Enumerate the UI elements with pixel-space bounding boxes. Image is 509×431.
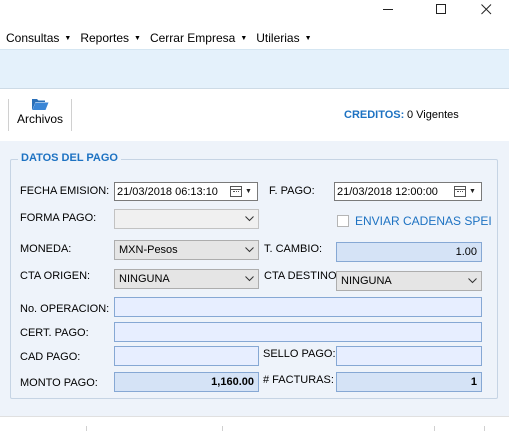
caret-down-icon: ▼ bbox=[134, 34, 141, 42]
close-button[interactable] bbox=[466, 0, 506, 18]
bottom-grid-header bbox=[0, 416, 509, 431]
fecha-emision-picker[interactable]: 21/03/2018 06:13:10 ▼ bbox=[114, 182, 258, 201]
menu-bar: Consultas ▼ Reportes ▼ Cerrar Empresa ▼ … bbox=[0, 27, 509, 49]
menu-consultas-label: Consultas bbox=[6, 31, 60, 45]
moneda-value: MXN-Pesos bbox=[119, 244, 178, 256]
grid-column-divider bbox=[222, 426, 223, 431]
cta-destino-label: CTA DESTINO: bbox=[264, 270, 340, 282]
monto-pago-value: 1,160.00 bbox=[211, 376, 254, 388]
toolbar-divider bbox=[71, 99, 72, 131]
forma-pago-select[interactable] bbox=[114, 209, 259, 229]
fecha-emision-label: FECHA EMISION: bbox=[20, 185, 110, 197]
num-facturas-field[interactable]: 1 bbox=[336, 372, 482, 392]
group-title: DATOS DEL PAGO bbox=[18, 152, 121, 164]
moneda-select[interactable]: MXN-Pesos bbox=[114, 240, 259, 260]
no-operacion-field[interactable] bbox=[114, 297, 482, 317]
folder-open-icon bbox=[32, 99, 49, 110]
sello-pago-label: SELLO PAGO: bbox=[263, 348, 336, 360]
cert-pago-field[interactable] bbox=[114, 322, 482, 342]
sello-pago-field[interactable] bbox=[336, 346, 482, 366]
moneda-label: MONEDA: bbox=[20, 243, 72, 255]
cad-pago-field[interactable] bbox=[114, 346, 259, 366]
menu-reportes[interactable]: Reportes ▼ bbox=[80, 31, 141, 45]
caret-down-icon: ▼ bbox=[240, 34, 248, 42]
grid-column-divider bbox=[484, 426, 485, 431]
chevron-down-icon bbox=[463, 278, 481, 284]
forma-pago-label: FORMA PAGO: bbox=[20, 212, 97, 224]
menu-cerrar-empresa-label: Cerrar Empresa bbox=[149, 31, 236, 45]
f-pago-label: F. PAGO: bbox=[269, 185, 315, 197]
num-facturas-label: # FACTURAS: bbox=[263, 374, 334, 386]
t-cambio-label: T. CAMBIO: bbox=[264, 243, 323, 255]
chevron-down-icon bbox=[240, 247, 258, 253]
caret-down-icon: ▼ bbox=[304, 34, 312, 42]
cta-destino-value: NINGUNA bbox=[341, 275, 392, 287]
maximize-button[interactable] bbox=[421, 0, 461, 18]
creditos-value: 0 Vigentes bbox=[407, 109, 459, 121]
menu-utilerias-label: Utilerias bbox=[256, 31, 300, 45]
f-pago-picker[interactable]: 21/03/2018 12:00:00 ▼ bbox=[334, 182, 482, 201]
cta-origen-value: NINGUNA bbox=[119, 273, 170, 285]
chevron-down-icon bbox=[240, 276, 258, 282]
menu-reportes-label: Reportes bbox=[80, 31, 130, 45]
cert-pago-label: CERT. PAGO: bbox=[20, 327, 89, 339]
f-pago-value: 21/03/2018 12:00:00 bbox=[337, 185, 438, 198]
monto-pago-label: MONTO PAGO: bbox=[20, 377, 98, 389]
calendar-icon bbox=[230, 186, 242, 197]
grid-column-divider bbox=[86, 426, 87, 431]
creditos-label: CREDITOS: bbox=[344, 109, 405, 121]
chevron-down-icon bbox=[240, 216, 258, 222]
cad-pago-label: CAD PAGO: bbox=[20, 351, 81, 363]
toolbar-divider bbox=[8, 99, 9, 131]
t-cambio-field[interactable]: 1.00 bbox=[336, 242, 482, 262]
enviar-spei-label[interactable]: ENVIAR CADENAS SPEI bbox=[355, 214, 492, 228]
menu-cerrar-empresa[interactable]: Cerrar Empresa ▼ bbox=[150, 31, 247, 45]
menu-consultas[interactable]: Consultas ▼ bbox=[6, 31, 71, 45]
enviar-spei-checkbox[interactable] bbox=[337, 215, 349, 227]
minimize-button[interactable] bbox=[368, 0, 408, 18]
archivos-label: Archivos bbox=[16, 112, 63, 126]
close-icon bbox=[480, 3, 491, 14]
chevron-down-icon: ▼ bbox=[469, 188, 476, 195]
calendar-icon bbox=[454, 186, 466, 197]
cta-origen-select[interactable]: NINGUNA bbox=[114, 269, 259, 289]
num-facturas-value: 1 bbox=[470, 376, 477, 388]
minimize-icon bbox=[382, 8, 393, 10]
no-operacion-label: No. OPERACION: bbox=[20, 303, 110, 315]
t-cambio-value: 1.00 bbox=[455, 246, 477, 258]
fecha-emision-value: 21/03/2018 06:13:10 bbox=[117, 185, 218, 198]
grid-column-divider bbox=[434, 426, 435, 431]
chevron-down-icon: ▼ bbox=[245, 188, 252, 195]
archivos-button[interactable]: Archivos bbox=[12, 97, 68, 133]
cta-origen-label: CTA ORIGEN: bbox=[20, 270, 91, 282]
cta-destino-select[interactable]: NINGUNA bbox=[336, 271, 482, 291]
ribbon-band bbox=[0, 49, 509, 89]
menu-utilerias[interactable]: Utilerias ▼ bbox=[256, 31, 311, 45]
caret-down-icon: ▼ bbox=[64, 34, 72, 42]
maximize-icon bbox=[435, 3, 446, 14]
monto-pago-field[interactable]: 1,160.00 bbox=[114, 372, 259, 392]
